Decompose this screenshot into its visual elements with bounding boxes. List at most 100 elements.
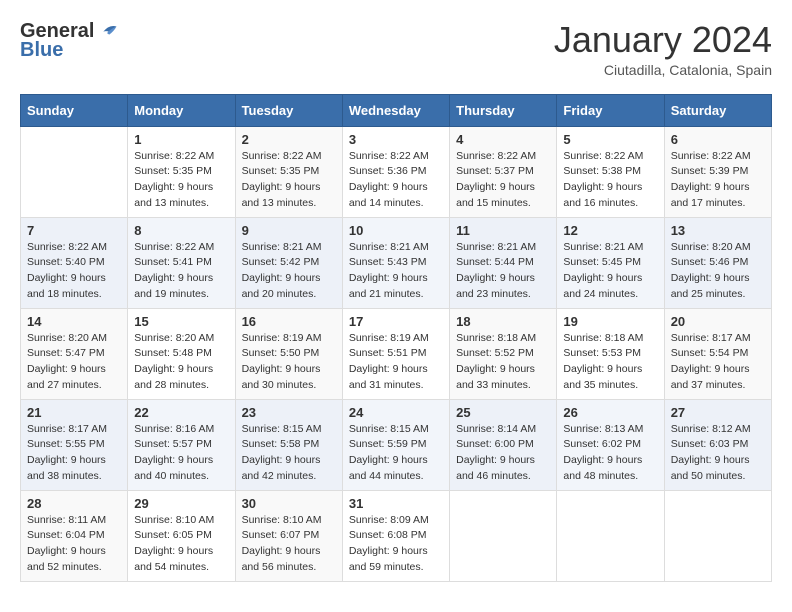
- calendar-cell: 7Sunrise: 8:22 AM Sunset: 5:40 PM Daylig…: [21, 217, 128, 308]
- day-number: 2: [242, 132, 336, 147]
- day-number: 29: [134, 496, 228, 511]
- calendar-cell: 21 Sunrise: 8:17 AM Sunset: 5:55 PM Dayli…: [21, 399, 128, 490]
- day-number: 24: [349, 405, 443, 420]
- calendar-cell: 3Sunrise: 8:22 AM Sunset: 5:36 PM Daylig…: [342, 126, 449, 217]
- calendar-cell: 13 Sunrise: 8:20 AM Sunset: 5:46 PM Dayli…: [664, 217, 771, 308]
- day-number: 18: [456, 314, 550, 329]
- day-number: 4: [456, 132, 550, 147]
- day-info: Sunrise: 8:14 AM Sunset: 6:00 PM Dayligh…: [456, 422, 550, 485]
- day-info: Sunrise: 8:12 AM Sunset: 6:03 PM Dayligh…: [671, 422, 765, 485]
- day-info: Sunrise: 8:22 AM Sunset: 5:35 PM Dayligh…: [242, 149, 336, 212]
- title-area: January 2024 Ciutadilla, Catalonia, Spai…: [554, 20, 772, 78]
- day-number: 27: [671, 405, 765, 420]
- calendar-cell: 19 Sunrise: 8:18 AM Sunset: 5:53 PM Dayli…: [557, 308, 664, 399]
- day-number: 8: [134, 223, 228, 238]
- day-info: Sunrise: 8:21 AM Sunset: 5:42 PM Dayligh…: [242, 240, 336, 303]
- calendar-cell: [450, 490, 557, 581]
- day-number: 13: [671, 223, 765, 238]
- day-info: Sunrise: 8:10 AM Sunset: 6:07 PM Dayligh…: [242, 513, 336, 576]
- day-info: Sunrise: 8:19 AM Sunset: 5:51 PM Dayligh…: [349, 331, 443, 394]
- week-row-2: 7Sunrise: 8:22 AM Sunset: 5:40 PM Daylig…: [21, 217, 772, 308]
- header-saturday: Saturday: [664, 94, 771, 126]
- header-friday: Friday: [557, 94, 664, 126]
- day-info: Sunrise: 8:18 AM Sunset: 5:52 PM Dayligh…: [456, 331, 550, 394]
- day-info: Sunrise: 8:20 AM Sunset: 5:48 PM Dayligh…: [134, 331, 228, 394]
- day-number: 23: [242, 405, 336, 420]
- calendar-cell: 10 Sunrise: 8:21 AM Sunset: 5:43 PM Dayli…: [342, 217, 449, 308]
- day-number: 5: [563, 132, 657, 147]
- day-info: Sunrise: 8:22 AM Sunset: 5:41 PM Dayligh…: [134, 240, 228, 303]
- calendar-cell: 31 Sunrise: 8:09 AM Sunset: 6:08 PM Dayli…: [342, 490, 449, 581]
- week-row-4: 21 Sunrise: 8:17 AM Sunset: 5:55 PM Dayli…: [21, 399, 772, 490]
- calendar-cell: 26 Sunrise: 8:13 AM Sunset: 6:02 PM Dayli…: [557, 399, 664, 490]
- day-info: Sunrise: 8:18 AM Sunset: 5:53 PM Dayligh…: [563, 331, 657, 394]
- day-info: Sunrise: 8:15 AM Sunset: 5:59 PM Dayligh…: [349, 422, 443, 485]
- header-thursday: Thursday: [450, 94, 557, 126]
- day-number: 15: [134, 314, 228, 329]
- calendar-cell: 6Sunrise: 8:22 AM Sunset: 5:39 PM Daylig…: [664, 126, 771, 217]
- calendar-cell: 14Sunrise: 8:20 AM Sunset: 5:47 PM Dayli…: [21, 308, 128, 399]
- day-number: 21: [27, 405, 121, 420]
- day-number: 19: [563, 314, 657, 329]
- day-info: Sunrise: 8:22 AM Sunset: 5:37 PM Dayligh…: [456, 149, 550, 212]
- header-monday: Monday: [128, 94, 235, 126]
- day-info: Sunrise: 8:21 AM Sunset: 5:44 PM Dayligh…: [456, 240, 550, 303]
- day-info: Sunrise: 8:22 AM Sunset: 5:35 PM Dayligh…: [134, 149, 228, 212]
- day-info: Sunrise: 8:09 AM Sunset: 6:08 PM Dayligh…: [349, 513, 443, 576]
- day-info: Sunrise: 8:20 AM Sunset: 5:46 PM Dayligh…: [671, 240, 765, 303]
- day-number: 11: [456, 223, 550, 238]
- calendar-cell: 24 Sunrise: 8:15 AM Sunset: 5:59 PM Dayli…: [342, 399, 449, 490]
- calendar-header-row: SundayMondayTuesdayWednesdayThursdayFrid…: [21, 94, 772, 126]
- day-info: Sunrise: 8:10 AM Sunset: 6:05 PM Dayligh…: [134, 513, 228, 576]
- calendar-cell: 29 Sunrise: 8:10 AM Sunset: 6:05 PM Dayli…: [128, 490, 235, 581]
- day-info: Sunrise: 8:22 AM Sunset: 5:36 PM Dayligh…: [349, 149, 443, 212]
- day-info: Sunrise: 8:16 AM Sunset: 5:57 PM Dayligh…: [134, 422, 228, 485]
- day-info: Sunrise: 8:19 AM Sunset: 5:50 PM Dayligh…: [242, 331, 336, 394]
- day-info: Sunrise: 8:17 AM Sunset: 5:55 PM Dayligh…: [27, 422, 121, 485]
- calendar-cell: 28Sunrise: 8:11 AM Sunset: 6:04 PM Dayli…: [21, 490, 128, 581]
- location: Ciutadilla, Catalonia, Spain: [554, 62, 772, 78]
- header-wednesday: Wednesday: [342, 94, 449, 126]
- calendar-cell: 8 Sunrise: 8:22 AM Sunset: 5:41 PM Daylig…: [128, 217, 235, 308]
- calendar-cell: 12 Sunrise: 8:21 AM Sunset: 5:45 PM Dayli…: [557, 217, 664, 308]
- day-info: Sunrise: 8:15 AM Sunset: 5:58 PM Dayligh…: [242, 422, 336, 485]
- calendar-cell: 25 Sunrise: 8:14 AM Sunset: 6:00 PM Dayli…: [450, 399, 557, 490]
- day-number: 16: [242, 314, 336, 329]
- day-number: 22: [134, 405, 228, 420]
- calendar-cell: 9 Sunrise: 8:21 AM Sunset: 5:42 PM Daylig…: [235, 217, 342, 308]
- day-number: 17: [349, 314, 443, 329]
- day-number: 20: [671, 314, 765, 329]
- day-number: 1: [134, 132, 228, 147]
- calendar-cell: [664, 490, 771, 581]
- calendar-cell: 23 Sunrise: 8:15 AM Sunset: 5:58 PM Dayli…: [235, 399, 342, 490]
- calendar-table: SundayMondayTuesdayWednesdayThursdayFrid…: [20, 94, 772, 582]
- calendar-cell: 1 Sunrise: 8:22 AM Sunset: 5:35 PM Daylig…: [128, 126, 235, 217]
- calendar-cell: 17 Sunrise: 8:19 AM Sunset: 5:51 PM Dayli…: [342, 308, 449, 399]
- header: General Blue January 2024 Ciutadilla, Ca…: [20, 20, 772, 78]
- calendar-cell: 4 Sunrise: 8:22 AM Sunset: 5:37 PM Daylig…: [450, 126, 557, 217]
- logo-bird-icon: [96, 21, 118, 43]
- day-info: Sunrise: 8:21 AM Sunset: 5:43 PM Dayligh…: [349, 240, 443, 303]
- day-info: Sunrise: 8:22 AM Sunset: 5:39 PM Dayligh…: [671, 149, 765, 212]
- calendar-cell: 5 Sunrise: 8:22 AM Sunset: 5:38 PM Daylig…: [557, 126, 664, 217]
- day-number: 25: [456, 405, 550, 420]
- day-number: 31: [349, 496, 443, 511]
- day-info: Sunrise: 8:22 AM Sunset: 5:38 PM Dayligh…: [563, 149, 657, 212]
- week-row-1: 1 Sunrise: 8:22 AM Sunset: 5:35 PM Daylig…: [21, 126, 772, 217]
- day-number: 10: [349, 223, 443, 238]
- header-sunday: Sunday: [21, 94, 128, 126]
- day-info: Sunrise: 8:13 AM Sunset: 6:02 PM Dayligh…: [563, 422, 657, 485]
- day-number: 12: [563, 223, 657, 238]
- calendar-cell: 2 Sunrise: 8:22 AM Sunset: 5:35 PM Daylig…: [235, 126, 342, 217]
- week-row-5: 28Sunrise: 8:11 AM Sunset: 6:04 PM Dayli…: [21, 490, 772, 581]
- calendar-cell: [557, 490, 664, 581]
- day-number: 9: [242, 223, 336, 238]
- day-info: Sunrise: 8:21 AM Sunset: 5:45 PM Dayligh…: [563, 240, 657, 303]
- week-row-3: 14Sunrise: 8:20 AM Sunset: 5:47 PM Dayli…: [21, 308, 772, 399]
- calendar-cell: 22 Sunrise: 8:16 AM Sunset: 5:57 PM Dayli…: [128, 399, 235, 490]
- day-number: 28: [27, 496, 121, 511]
- month-title: January 2024: [554, 20, 772, 60]
- logo: General Blue: [20, 20, 118, 62]
- day-number: 14: [27, 314, 121, 329]
- day-number: 26: [563, 405, 657, 420]
